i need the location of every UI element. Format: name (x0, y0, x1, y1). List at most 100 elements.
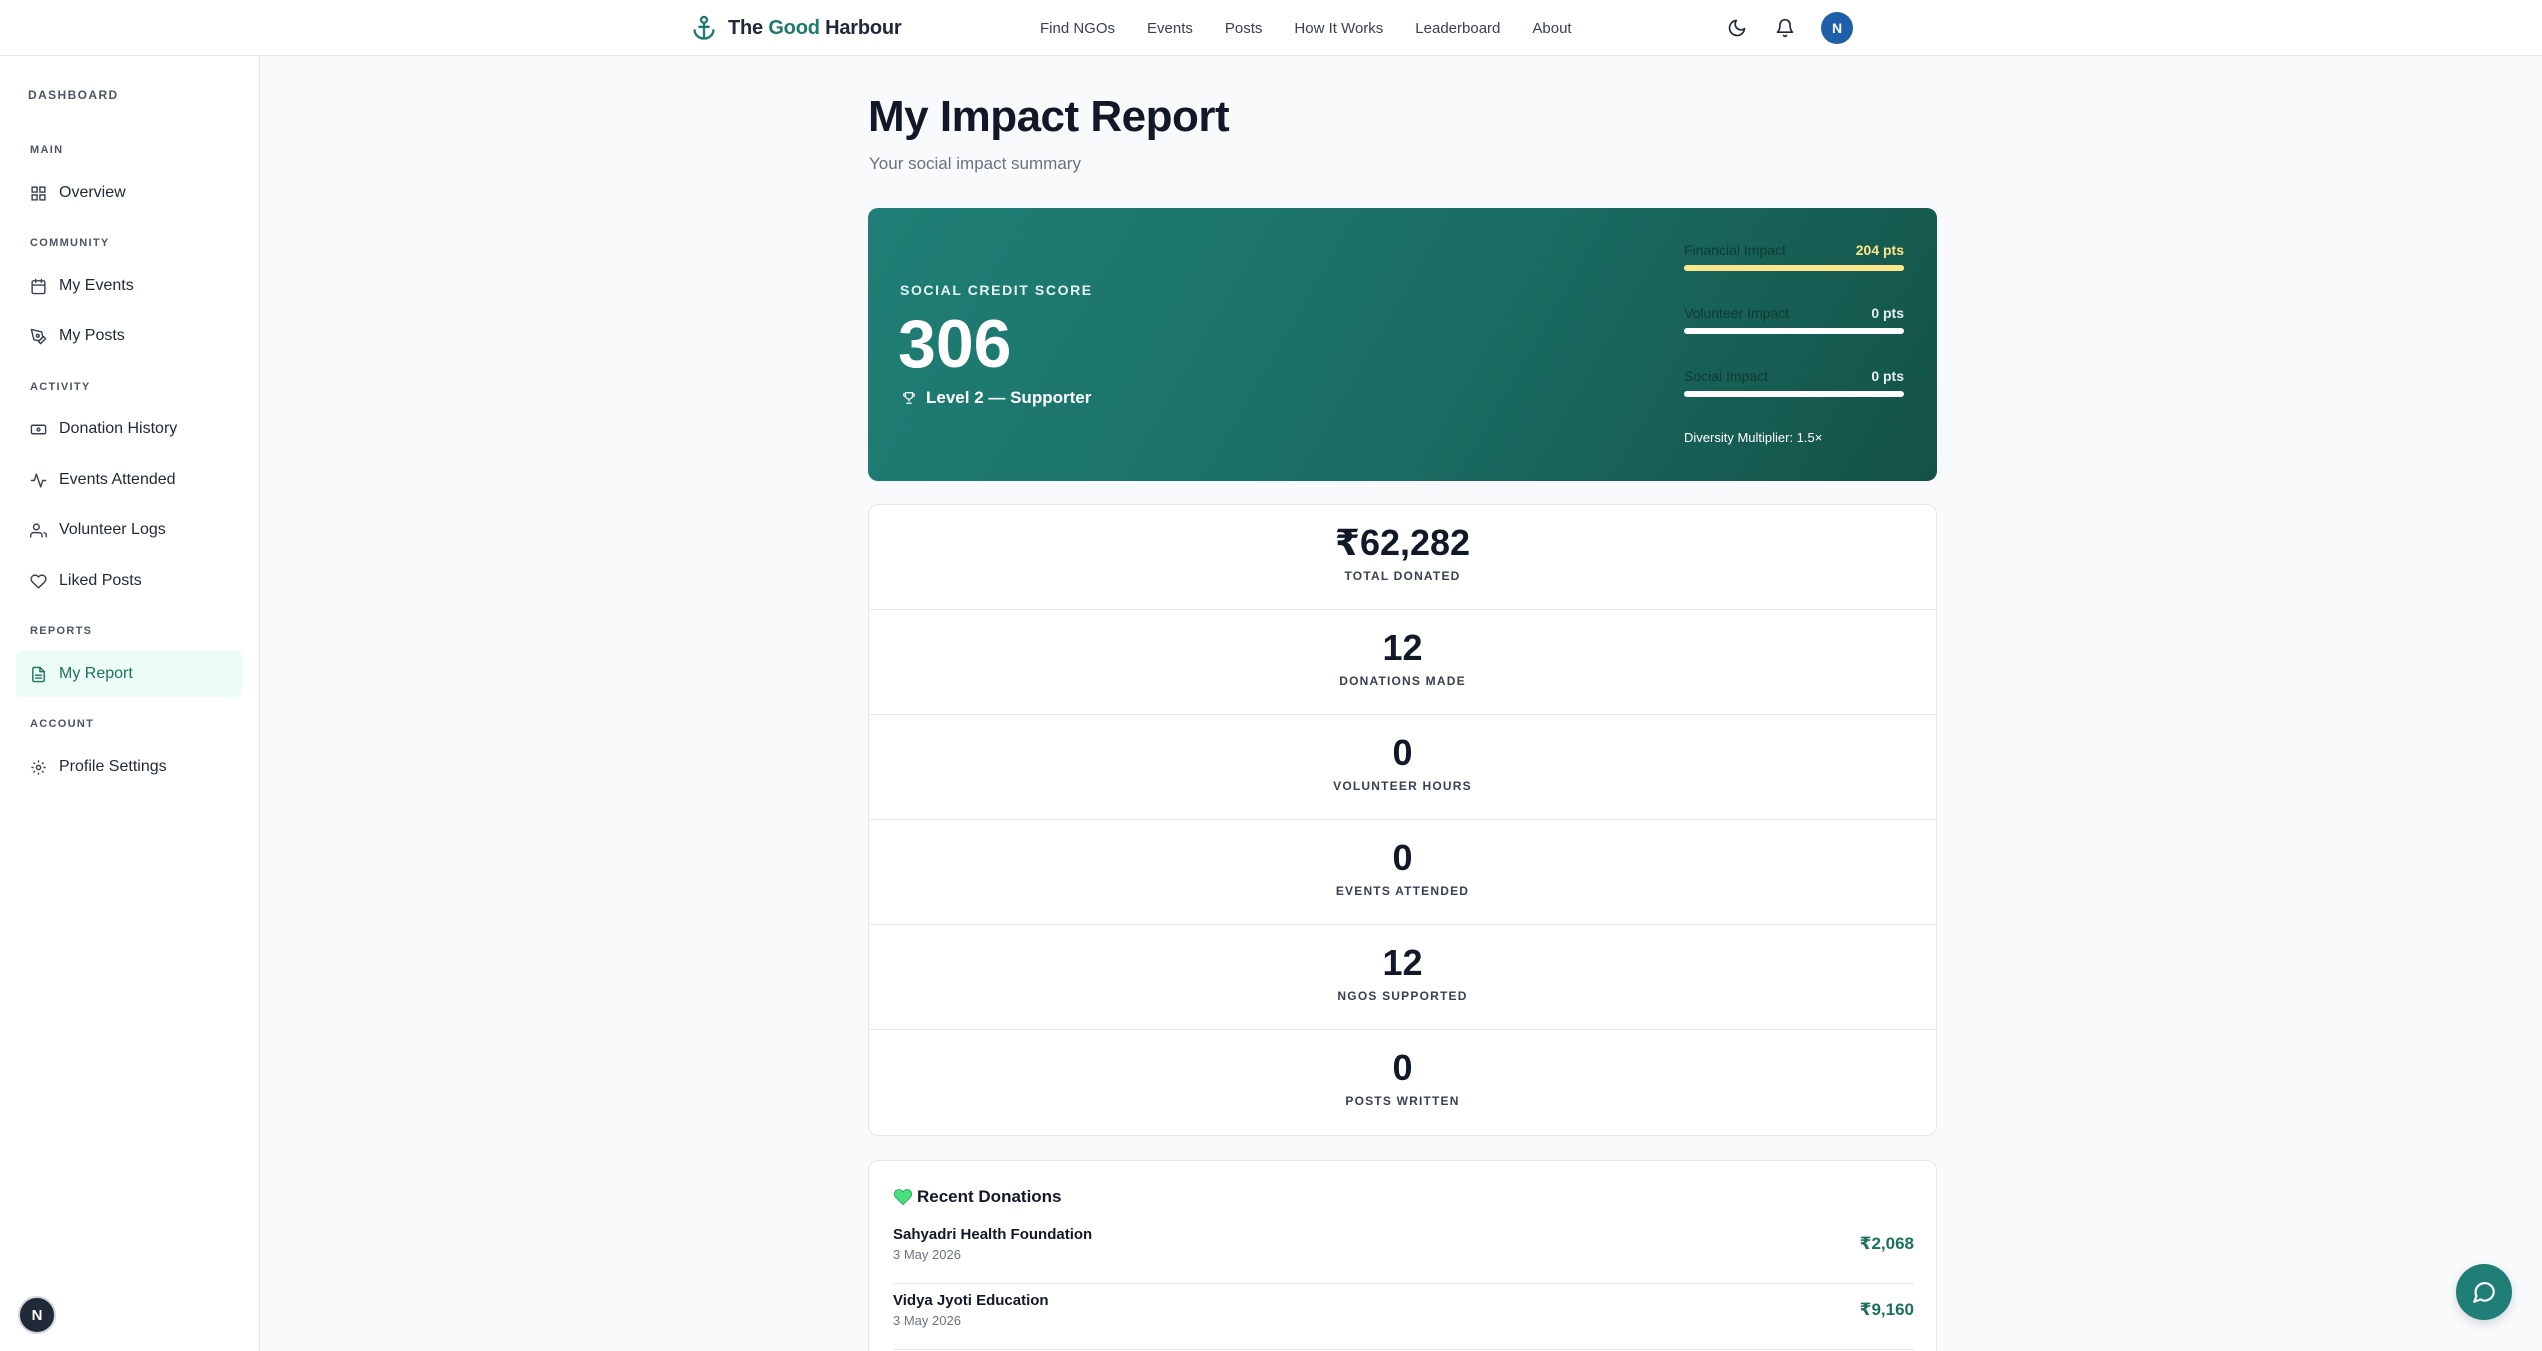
bell-icon[interactable] (1773, 16, 1797, 40)
stat-donations-made: 12 DONATIONS MADE (869, 610, 1936, 715)
trophy-icon (903, 392, 915, 404)
stat-total-donated: ₹62,282 TOTAL DONATED (869, 505, 1936, 610)
sidebar-item-label: Overview (59, 184, 126, 201)
donation-amount: ₹2,068 (1859, 1234, 1914, 1253)
sidebar-item-liked-posts[interactable]: Liked Posts (16, 558, 242, 604)
calendar-icon (31, 278, 46, 294)
sidebar-item-label: Liked Posts (59, 572, 142, 589)
pen-icon (30, 328, 47, 344)
score-value: 306 (898, 306, 1012, 382)
impact-bar-fill (1684, 265, 1904, 271)
social-credit-score-card: SOCIAL CREDIT SCORE 306 Level 2 — Suppor… (868, 208, 1937, 481)
score-label: SOCIAL CREDIT SCORE (900, 282, 1093, 298)
banknote-icon (30, 424, 47, 434)
donation-date: 3 May 2026 (893, 1247, 961, 1262)
donation-amount: ₹9,160 (1859, 1300, 1914, 1319)
main-nav: Find NGOs Events Posts How It Works Lead… (1040, 0, 1572, 56)
stat-volunteer-hours: 0 VOLUNTEER HOURS (869, 715, 1936, 820)
stat-value: 12 (1382, 942, 1423, 983)
score-level: Level 2 — Supporter (902, 388, 1091, 408)
chat-bubble-icon (2473, 1282, 2495, 1303)
sidebar-group-reports: REPORTS (30, 625, 93, 637)
impact-name: Financial Impact (1684, 242, 1786, 258)
sidebar-user-avatar[interactable]: N (18, 1296, 56, 1334)
page-subtitle: Your social impact summary (869, 154, 1081, 173)
stat-label: POSTS WRITTEN (1345, 1094, 1460, 1108)
donation-row[interactable]: Sahyadri Health Foundation 3 May 2026 ₹2… (893, 1218, 1914, 1284)
sidebar-heading: DASHBOARD (28, 88, 119, 102)
stat-label: DONATIONS MADE (1339, 674, 1466, 688)
stat-label: VOLUNTEER HOURS (1333, 779, 1472, 793)
nav-leaderboard[interactable]: Leaderboard (1415, 20, 1500, 37)
green-heart-icon (893, 1189, 913, 1206)
heart-icon (30, 573, 47, 589)
impact-row-volunteer: Volunteer Impact 0 pts (1684, 305, 1904, 368)
impact-points: 204 pts (1855, 242, 1904, 258)
impact-points: 0 pts (1871, 305, 1904, 321)
stat-label: TOTAL DONATED (1344, 569, 1461, 583)
chat-button[interactable] (2456, 1264, 2512, 1320)
sidebar-item-events-attended[interactable]: Events Attended (16, 457, 242, 503)
sidebar-item-profile-settings[interactable]: Profile Settings (16, 744, 242, 790)
stat-ngos-supported: 12 NGOS SUPPORTED (869, 925, 1936, 1030)
recent-donations-title: Recent Donations (893, 1187, 1062, 1207)
stat-posts-written: 0 POSTS WRITTEN (869, 1030, 1936, 1135)
score-level-text: Level 2 — Supporter (926, 388, 1092, 407)
sidebar-item-my-posts[interactable]: My Posts (16, 313, 242, 359)
sidebar-item-label: My Posts (59, 327, 125, 344)
nav-how-it-works[interactable]: How It Works (1294, 20, 1383, 37)
impact-name: Social Impact (1684, 368, 1769, 384)
nav-posts[interactable]: Posts (1225, 20, 1263, 37)
moon-icon[interactable] (1725, 16, 1749, 40)
nav-events[interactable]: Events (1147, 20, 1193, 37)
sidebar-group-account: ACCOUNT (30, 718, 95, 730)
sidebar-group-activity: ACTIVITY (30, 381, 91, 393)
stat-label: NGOS SUPPORTED (1337, 989, 1468, 1003)
sidebar-group-main: MAIN (30, 144, 64, 156)
users-icon (30, 522, 47, 538)
stat-value: 0 (1392, 732, 1413, 773)
impact-bar-track (1684, 328, 1904, 334)
gear-icon (31, 759, 46, 775)
stat-events-attended: 0 EVENTS ATTENDED (869, 820, 1936, 925)
donation-ngo-name: Vidya Jyoti Education (893, 1292, 1049, 1309)
stat-label: EVENTS ATTENDED (1335, 884, 1470, 898)
recent-donations-card: Recent Donations Sahyadri Health Foundat… (868, 1160, 1937, 1351)
donation-row[interactable]: Vidya Jyoti Education 3 May 2026 ₹9,160 (893, 1284, 1914, 1350)
sidebar-item-volunteer-logs[interactable]: Volunteer Logs (16, 507, 242, 553)
sidebar-item-label: Donation History (59, 420, 178, 437)
brand-logo[interactable]: The Good Harbour (690, 13, 902, 43)
impact-name: Volunteer Impact (1684, 305, 1790, 321)
grid-icon (31, 185, 46, 201)
stat-value: 12 (1382, 627, 1423, 668)
user-avatar[interactable]: N (1821, 12, 1853, 44)
impact-bar-track (1684, 265, 1904, 271)
sidebar: DASHBOARD MAIN Overview COMMUNITY My Eve… (0, 56, 260, 1351)
file-text-icon (32, 666, 45, 682)
sidebar-item-my-events[interactable]: My Events (16, 263, 242, 309)
diversity-multiplier: Diversity Multiplier: 1.5× (1684, 430, 1823, 445)
header-actions: N (1725, 11, 1853, 45)
impact-row-social: Social Impact 0 pts (1684, 368, 1904, 431)
anchor-icon (693, 15, 715, 40)
brand-name: The Good Harbour (728, 16, 902, 39)
impact-stats-card: ₹62,282 TOTAL DONATED 12 DONATIONS MADE … (868, 504, 1937, 1136)
sidebar-item-label: Volunteer Logs (59, 521, 166, 538)
sidebar-item-overview[interactable]: Overview (16, 170, 242, 216)
stat-value: 0 (1392, 1047, 1413, 1088)
nav-about[interactable]: About (1532, 20, 1571, 37)
sidebar-item-my-report[interactable]: My Report (16, 651, 242, 697)
sidebar-item-label: My Report (59, 665, 133, 682)
stat-value: ₹62,282 (1334, 522, 1471, 563)
activity-icon (30, 472, 47, 488)
donation-ngo-name: Sahyadri Health Foundation (893, 1226, 1093, 1243)
impact-row-financial: Financial Impact 204 pts (1684, 242, 1904, 305)
donation-date: 3 May 2026 (893, 1313, 961, 1328)
impact-points: 0 pts (1871, 368, 1904, 384)
nav-find-ngos[interactable]: Find NGOs (1040, 20, 1115, 37)
impact-bar-track (1684, 391, 1904, 397)
impact-breakdown: Financial Impact 204 pts Volunteer Impac… (1684, 242, 1904, 431)
sidebar-item-donation-history[interactable]: Donation History (16, 406, 242, 452)
sidebar-item-label: Profile Settings (59, 758, 167, 775)
sidebar-group-community: COMMUNITY (30, 237, 110, 249)
